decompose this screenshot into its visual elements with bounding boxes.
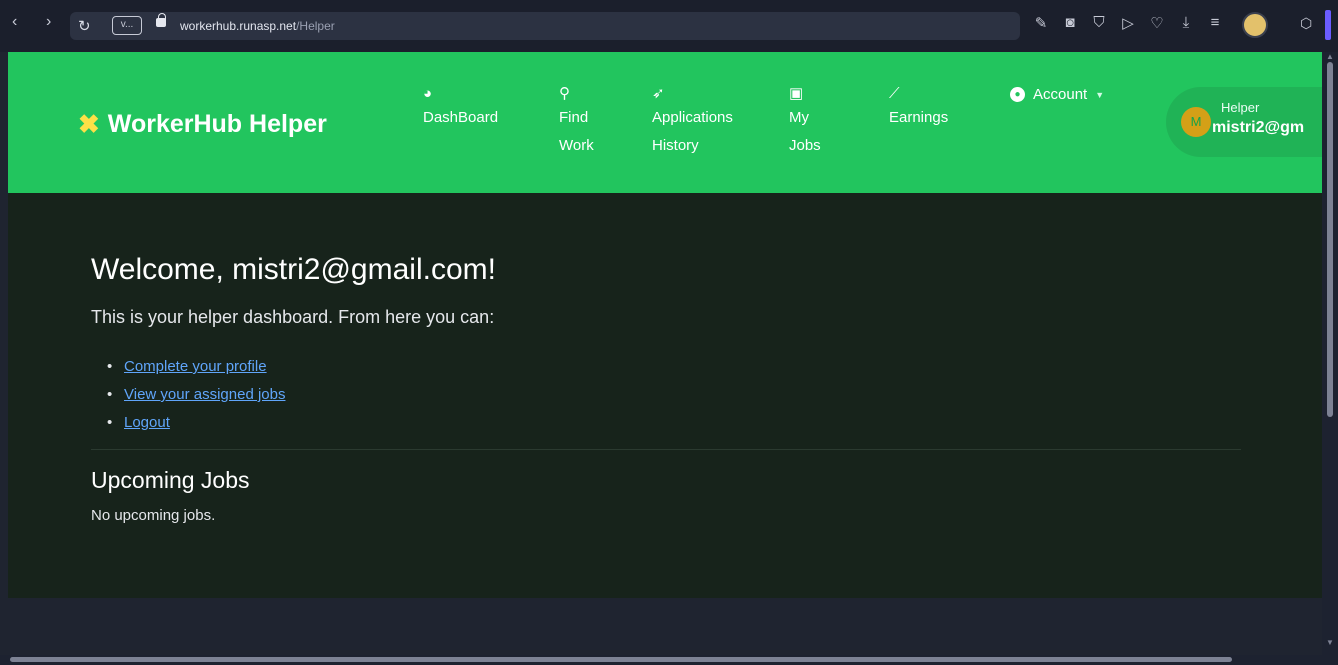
nav-find-work-label: Find Work (559, 109, 594, 154)
scrollbar-thumb[interactable] (1327, 62, 1333, 417)
list-item: View your assigned jobs (107, 381, 285, 409)
user-role: Helper (1221, 100, 1260, 115)
account-label: Account (1033, 86, 1088, 103)
forward-icon[interactable]: › (46, 14, 51, 30)
sidebar-indicator (1325, 10, 1331, 40)
list-item: Complete your profile (107, 353, 285, 381)
helper-user-badge[interactable]: M Helper mistri2@gm (1166, 87, 1326, 157)
nav-dashboard[interactable]: ◕ DashBoard (423, 86, 533, 132)
logout-link[interactable]: Logout (124, 414, 170, 431)
scroll-up-icon[interactable]: ▲ (1326, 52, 1334, 61)
address-bar[interactable]: ↻ v... workerhub.runasp.net/Helper (70, 12, 1020, 40)
horizontal-scrollbar[interactable] (0, 655, 1338, 665)
scroll-down-icon[interactable]: ▼ (1326, 638, 1334, 647)
brand-name: WorkerHub Helper (107, 110, 327, 138)
account-dropdown[interactable]: ● Account ▼ (1010, 86, 1104, 103)
brand-link[interactable]: ✖ WorkerHub Helper (78, 109, 327, 140)
user-email: mistri2@gm (1212, 119, 1305, 136)
view-jobs-link[interactable]: View your assigned jobs (124, 386, 285, 403)
intro-text: This is your helper dashboard. From here… (91, 307, 495, 327)
calendar-check-icon: ▣ (789, 85, 804, 102)
lock-icon[interactable] (156, 13, 166, 27)
heart-icon[interactable]: ♡ (1148, 14, 1166, 32)
browser-profile-avatar[interactable] (1242, 12, 1268, 38)
site-navbar: ✖ WorkerHub Helper ◕ DashBoard ⚲ Find Wo… (8, 52, 1326, 193)
quick-links: Complete your profile View your assigned… (107, 353, 285, 437)
nav-applications-history[interactable]: ➶ Applications History (652, 86, 767, 160)
tools-icon: ✖ (78, 109, 100, 139)
nav-dashboard-label: DashBoard (423, 109, 499, 126)
vertical-scrollbar[interactable]: ▲ ▼ (1322, 52, 1338, 655)
browser-toolbar: ‹ › ↻ v... workerhub.runasp.net/Helper ✎… (0, 0, 1338, 52)
shield-icon[interactable]: ⛉ (1090, 14, 1108, 32)
nav-earnings-label: Earnings (889, 109, 949, 126)
back-icon[interactable]: ‹ (12, 14, 17, 30)
no-jobs-text: No upcoming jobs. (91, 507, 216, 524)
tab-chip[interactable]: v... (112, 16, 142, 35)
browser-tools: ✎ ◙ ⛉ ▷ ♡ ⤓ ≡ (1032, 14, 1224, 32)
caret-down-icon: ▼ (1095, 89, 1105, 100)
download-icon[interactable]: ⤓ (1177, 14, 1195, 32)
search-icon: ⚲ (559, 85, 570, 102)
paper-plane-icon: ➶ (652, 85, 665, 102)
nav-applications-history-label: Applications History (652, 109, 733, 154)
main-content: Welcome, mistri2@gmail.com! This is your… (8, 193, 1322, 598)
list-item: Logout (107, 409, 285, 437)
nav-my-jobs-label: My Jobs (789, 109, 821, 154)
play-icon[interactable]: ▷ (1119, 14, 1137, 32)
url-text[interactable]: workerhub.runasp.net/Helper (180, 19, 335, 33)
nav-my-jobs[interactable]: ▣ My Jobs (789, 86, 829, 160)
edit-icon[interactable]: ✎ (1032, 14, 1050, 32)
user-circle-icon: ● (1010, 87, 1025, 102)
reload-icon[interactable]: ↻ (78, 17, 91, 35)
avatar: M (1181, 107, 1211, 137)
upcoming-jobs-heading: Upcoming Jobs (91, 467, 250, 493)
page-title: Welcome, mistri2@gmail.com! (91, 253, 496, 286)
gauge-icon: ◕ (423, 85, 433, 102)
nav-find-work[interactable]: ⚲ Find Work (559, 86, 607, 160)
extension-icon[interactable]: ⬡ (1300, 15, 1312, 32)
complete-profile-link[interactable]: Complete your profile (124, 358, 267, 375)
nav-earnings[interactable]: ⟋ Earnings (889, 86, 999, 132)
menu-icon[interactable]: ≡ (1206, 14, 1224, 32)
scrollbar-thumb[interactable] (10, 657, 1232, 662)
camera-icon[interactable]: ◙ (1061, 14, 1079, 32)
divider (91, 449, 1241, 450)
chart-line-icon: ⟋ (889, 85, 900, 102)
